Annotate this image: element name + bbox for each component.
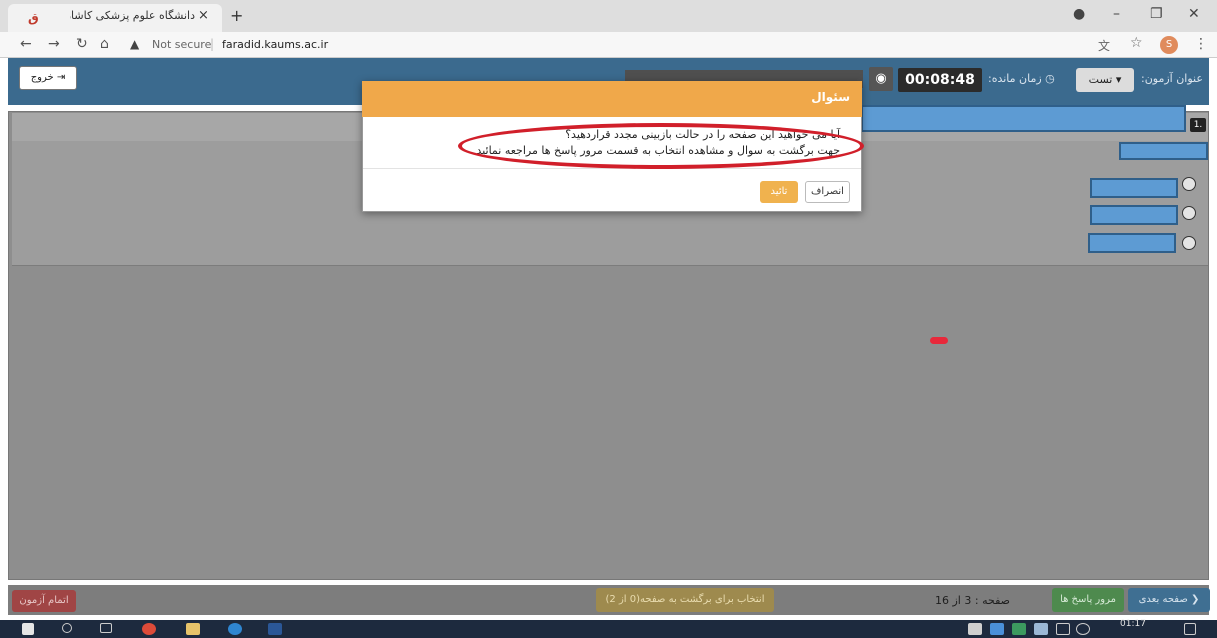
question-number: 1. [1190, 118, 1206, 132]
redacted-question-subtext [1119, 142, 1208, 160]
volume-icon[interactable] [1076, 623, 1090, 635]
search-icon[interactable] [62, 623, 72, 633]
finish-exam-button[interactable]: اتمام آزمون [12, 590, 76, 612]
chevron-left-icon: ❮ [1187, 594, 1200, 605]
review-answers-button[interactable]: مرور پاسخ ها [1052, 588, 1124, 612]
dialog-title: سئوال [811, 90, 850, 104]
page-indicator: صفحه : 3 از 16 [935, 594, 1010, 607]
caret-down-icon: ▾ [1115, 73, 1122, 86]
redacted-option-2 [1090, 205, 1178, 225]
reload-icon[interactable]: ↻ [76, 36, 88, 52]
task-view-icon[interactable] [100, 623, 112, 633]
warning-icon[interactable]: ▲ [130, 37, 139, 51]
restore-button[interactable]: ❐ [1150, 6, 1163, 22]
tray-display-icon[interactable] [1034, 623, 1048, 635]
redacted-question-text [861, 105, 1186, 132]
new-tab-button[interactable]: + [230, 6, 243, 25]
red-annotation-mark [930, 337, 948, 344]
windows-start-icon[interactable] [22, 623, 34, 635]
url-separator: | [210, 37, 215, 51]
exit-icon: ⇥ [53, 72, 66, 83]
close-window-button[interactable]: ✕ [1188, 6, 1200, 22]
wifi-icon[interactable] [1056, 623, 1070, 635]
system-clock[interactable]: 01:17 [1120, 619, 1146, 629]
exam-name-dropdown[interactable]: تست ▾ [1076, 68, 1134, 92]
file-explorer-icon[interactable] [186, 623, 200, 635]
more-menu-icon[interactable]: ⋮ [1194, 36, 1208, 52]
next-page-button[interactable]: ❮ صفحه بعدی [1128, 588, 1210, 612]
divider [12, 265, 1208, 266]
tab-title: دانشگاه علوم پزشکی کاشان [70, 9, 195, 22]
dialog-header [362, 81, 862, 117]
option-3-radio[interactable] [1182, 236, 1196, 250]
next-page-label: صفحه بعدی [1138, 594, 1188, 605]
remaining-time-label: ◷ زمان مانده: [988, 72, 1055, 85]
word-icon[interactable] [268, 623, 282, 635]
select-for-review-button[interactable]: انتخاب برای برگشت به صفحه(0 از 2) [596, 588, 774, 612]
record-icon: ● [1073, 6, 1086, 22]
notifications-icon[interactable] [1184, 623, 1196, 635]
option-1-radio[interactable] [1182, 177, 1196, 191]
remaining-time-text: زمان مانده: [988, 72, 1042, 85]
bookmark-star-icon[interactable]: ☆ [1130, 35, 1143, 51]
translate-icon[interactable]: 文 [1098, 37, 1110, 54]
red-highlight-circle [458, 123, 864, 169]
hide-eye-icon[interactable]: ◉ [869, 67, 893, 91]
exam-title-label: عنوان آزمون: [1141, 72, 1203, 85]
url-text[interactable]: faradid.kaums.ac.ir [222, 38, 328, 51]
countdown-timer: 00:08:48 [898, 68, 982, 92]
forward-arrow-icon[interactable]: → [48, 36, 60, 52]
printer-icon[interactable] [968, 623, 982, 635]
confirm-button[interactable]: تائید [760, 181, 798, 203]
chrome-icon[interactable] [142, 623, 156, 635]
back-arrow-icon[interactable]: ← [20, 36, 32, 52]
exit-label: خروج [30, 72, 54, 83]
redacted-option-3 [1088, 233, 1176, 253]
minimize-button[interactable]: – [1113, 6, 1120, 22]
edge-icon[interactable] [228, 623, 242, 635]
tray-network-icon[interactable] [1012, 623, 1026, 635]
option-2-radio[interactable] [1182, 206, 1196, 220]
not-secure-label[interactable]: Not secure [152, 38, 211, 51]
exam-name: تست [1088, 73, 1113, 86]
tray-app-icon[interactable] [990, 623, 1004, 635]
home-icon[interactable]: ⌂ [100, 36, 109, 52]
site-favicon-icon: ق [28, 11, 39, 25]
close-tab-icon[interactable]: × [198, 8, 209, 23]
profile-avatar[interactable]: S [1160, 36, 1178, 54]
clock-icon: ◷ [1041, 72, 1055, 85]
exit-button[interactable]: ⇥ خروج [19, 66, 77, 90]
redacted-option-1 [1090, 178, 1178, 198]
cancel-button[interactable]: انصراف [805, 181, 850, 203]
